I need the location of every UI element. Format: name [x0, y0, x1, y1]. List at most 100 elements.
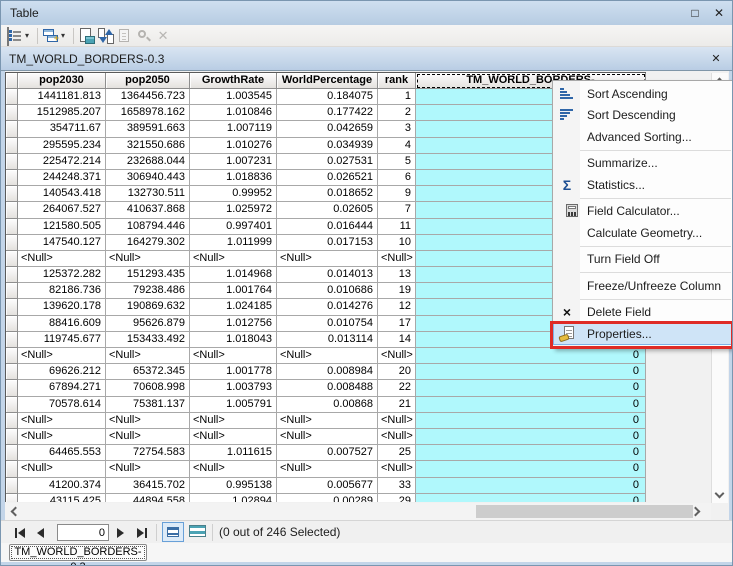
cell[interactable]: 7 — [378, 202, 416, 218]
cell[interactable]: 153433.492 — [106, 332, 190, 348]
cell[interactable]: 95626.879 — [106, 316, 190, 332]
cell[interactable]: 0.005677 — [277, 478, 378, 494]
cell[interactable]: 75381.137 — [106, 397, 190, 413]
cell[interactable]: 12 — [378, 299, 416, 315]
row-selector[interactable] — [6, 461, 18, 477]
row-selector[interactable] — [6, 186, 18, 202]
row-selector[interactable] — [6, 105, 18, 121]
row-selector[interactable] — [6, 397, 18, 413]
cell[interactable]: 0 — [416, 397, 646, 413]
cell[interactable]: 19 — [378, 283, 416, 299]
show-selected-records-button[interactable] — [189, 525, 206, 537]
horizontal-scroll-thumb[interactable] — [476, 505, 693, 518]
cell[interactable]: 0.014013 — [277, 267, 378, 283]
cell[interactable]: 0.013114 — [277, 332, 378, 348]
cell[interactable]: 0.99952 — [190, 186, 277, 202]
cell[interactable]: 4 — [378, 138, 416, 154]
row-selector[interactable] — [6, 283, 18, 299]
cell[interactable]: 64465.553 — [18, 445, 106, 461]
cell[interactable]: 3 — [378, 121, 416, 137]
cell[interactable]: 29 — [378, 494, 416, 502]
cell[interactable]: 1.003793 — [190, 380, 277, 396]
cell[interactable]: 14 — [378, 332, 416, 348]
cell[interactable]: 108794.446 — [106, 219, 190, 235]
cell[interactable]: 0.017153 — [277, 235, 378, 251]
cell[interactable]: 1364456.723 — [106, 89, 190, 105]
row-selector[interactable] — [6, 445, 18, 461]
cell[interactable]: 0.997401 — [190, 219, 277, 235]
cell[interactable]: <Null> — [18, 251, 106, 267]
menu-item-properties[interactable]: Properties... — [553, 323, 732, 345]
cell[interactable]: 1.010276 — [190, 138, 277, 154]
cell[interactable]: <Null> — [106, 429, 190, 445]
column-header-pop2030[interactable]: pop2030 — [18, 73, 106, 89]
close-table-icon[interactable]: ✕ — [708, 51, 724, 67]
menu-item-advanced-sorting[interactable]: Advanced Sorting... — [553, 126, 732, 148]
table-options-button[interactable]: ▾ — [7, 28, 29, 44]
cell[interactable]: 1658978.162 — [106, 105, 190, 121]
row-selector[interactable] — [6, 121, 18, 137]
cell[interactable]: <Null> — [277, 348, 378, 364]
cell[interactable]: 1.001778 — [190, 364, 277, 380]
cell[interactable]: <Null> — [18, 413, 106, 429]
cell[interactable]: <Null> — [277, 461, 378, 477]
cell[interactable]: <Null> — [277, 251, 378, 267]
cell[interactable]: 22 — [378, 380, 416, 396]
cell[interactable]: 6 — [378, 170, 416, 186]
cell[interactable]: 0.02605 — [277, 202, 378, 218]
cell[interactable]: 132730.511 — [106, 186, 190, 202]
cell[interactable]: 0.014276 — [277, 299, 378, 315]
cell[interactable]: 1441181.813 — [18, 89, 106, 105]
cell[interactable]: 0 — [416, 461, 646, 477]
cell[interactable]: 0.184075 — [277, 89, 378, 105]
cell[interactable]: 1.012756 — [190, 316, 277, 332]
row-selector[interactable] — [6, 494, 18, 502]
menu-item-calculate-geometry[interactable]: Calculate Geometry... — [553, 222, 732, 244]
cell[interactable]: 0.008488 — [277, 380, 378, 396]
cell[interactable]: 1.024185 — [190, 299, 277, 315]
cell[interactable]: 0 — [416, 348, 646, 364]
row-selector[interactable] — [6, 316, 18, 332]
cell[interactable]: 65372.345 — [106, 364, 190, 380]
menu-item-sort-ascending[interactable]: Sort Ascending — [553, 83, 732, 105]
cell[interactable]: 1.003545 — [190, 89, 277, 105]
cell[interactable]: 0 — [416, 494, 646, 502]
cell[interactable]: <Null> — [106, 251, 190, 267]
cell[interactable]: <Null> — [190, 413, 277, 429]
record-number-input[interactable]: 0 — [57, 524, 109, 541]
cell[interactable]: 0.018652 — [277, 186, 378, 202]
menu-item-sort-descending[interactable]: Sort Descending — [553, 105, 732, 127]
row-selector[interactable] — [6, 299, 18, 315]
row-selector[interactable] — [6, 154, 18, 170]
cell[interactable]: 140543.418 — [18, 186, 106, 202]
cell[interactable]: 70578.614 — [18, 397, 106, 413]
cell[interactable]: <Null> — [277, 413, 378, 429]
cell[interactable]: 44894.558 — [106, 494, 190, 502]
cell[interactable]: 1.011615 — [190, 445, 277, 461]
row-selector[interactable] — [6, 251, 18, 267]
cell[interactable]: <Null> — [277, 429, 378, 445]
cell[interactable]: <Null> — [190, 429, 277, 445]
cell[interactable]: 1.007231 — [190, 154, 277, 170]
previous-record-button[interactable] — [37, 525, 44, 540]
cell[interactable]: 225472.214 — [18, 154, 106, 170]
cell[interactable]: 410637.868 — [106, 202, 190, 218]
cell[interactable]: 1512985.207 — [18, 105, 106, 121]
cell[interactable]: 151293.435 — [106, 267, 190, 283]
cell[interactable]: 264067.527 — [18, 202, 106, 218]
cell[interactable]: 232688.044 — [106, 154, 190, 170]
row-selector[interactable] — [6, 138, 18, 154]
column-header-pop2050[interactable]: pop2050 — [106, 73, 190, 89]
cell[interactable]: 1 — [378, 89, 416, 105]
row-selector[interactable] — [6, 429, 18, 445]
cell[interactable]: 0 — [416, 364, 646, 380]
cell[interactable]: 1.018043 — [190, 332, 277, 348]
cell[interactable]: 0.034939 — [277, 138, 378, 154]
row-selector[interactable] — [6, 364, 18, 380]
cell[interactable]: 43115.425 — [18, 494, 106, 502]
cell[interactable]: 11 — [378, 219, 416, 235]
switch-selection-button[interactable] — [98, 28, 114, 44]
cell[interactable]: <Null> — [18, 429, 106, 445]
cell[interactable]: 0.00289 — [277, 494, 378, 502]
cell[interactable]: 0 — [416, 413, 646, 429]
